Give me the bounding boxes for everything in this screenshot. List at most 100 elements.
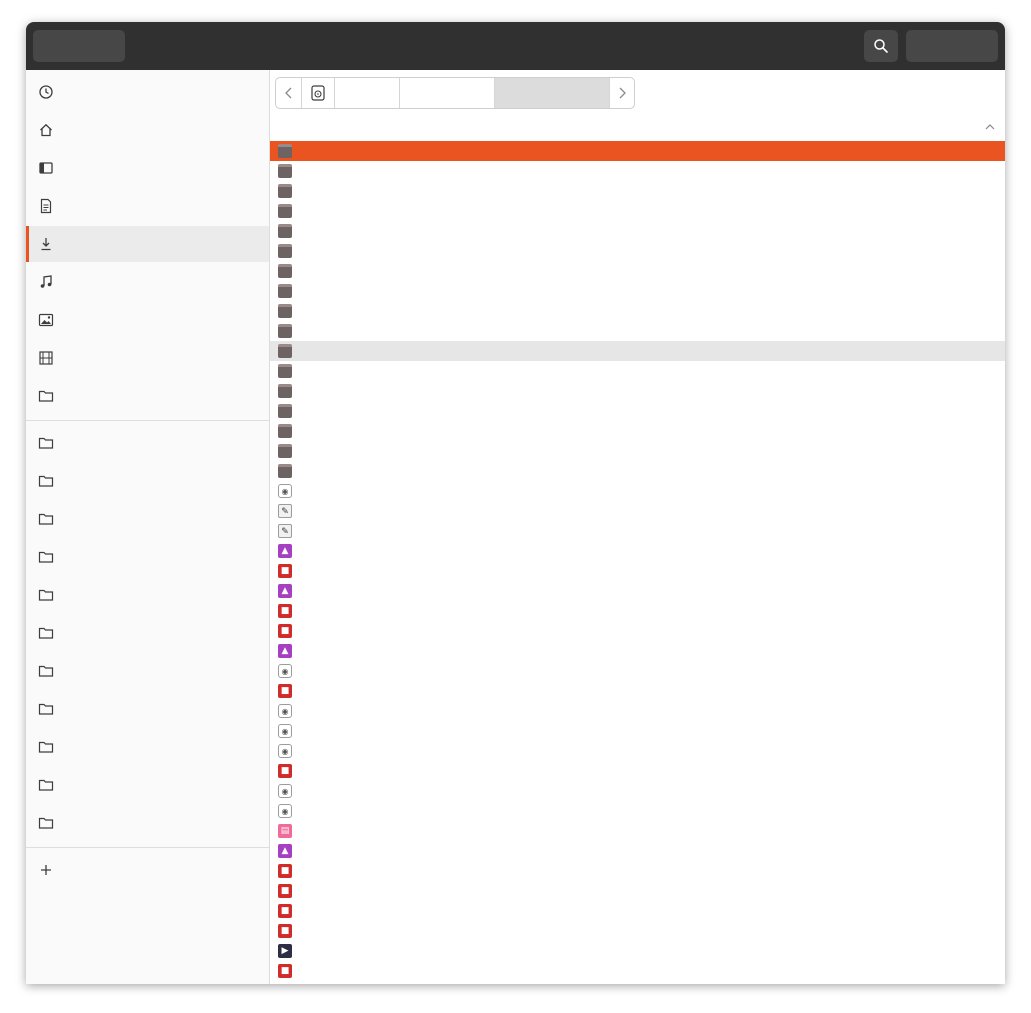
table-row[interactable]: ◉	[270, 481, 1005, 501]
table-row[interactable]: ■	[270, 921, 1005, 941]
sort-ascending-icon[interactable]	[985, 123, 995, 130]
folder-file-icon	[278, 204, 292, 218]
sidebar-bookmark[interactable]	[26, 615, 269, 651]
table-row[interactable]: ◉	[270, 661, 1005, 681]
sidebar-bookmark[interactable]	[26, 767, 269, 803]
file-name	[301, 621, 779, 641]
table-row[interactable]: ▲	[270, 841, 1005, 861]
breadcrumb-item[interactable]	[335, 78, 400, 108]
sidebar-item-folder[interactable]	[26, 378, 269, 414]
search-button[interactable]	[864, 30, 898, 62]
sidebar-bookmark[interactable]	[26, 463, 269, 499]
table-row[interactable]	[270, 461, 1005, 481]
table-row[interactable]: ■	[270, 601, 1005, 621]
sidebar-bookmark[interactable]	[26, 805, 269, 841]
sidebar-item-pictures[interactable]	[26, 302, 269, 338]
header-menu-button[interactable]	[906, 30, 998, 62]
table-row[interactable]: ◉	[270, 781, 1005, 801]
table-row[interactable]: ▲	[270, 541, 1005, 561]
table-row[interactable]	[270, 401, 1005, 421]
table-row[interactable]	[270, 381, 1005, 401]
file-modified	[887, 601, 1005, 621]
folder-file-icon	[278, 344, 292, 358]
table-row[interactable]	[270, 221, 1005, 241]
table-row[interactable]: ◉	[270, 801, 1005, 821]
sidebar-item-recent[interactable]	[26, 74, 269, 110]
table-row[interactable]	[270, 141, 1005, 161]
table-row[interactable]: ✎	[270, 501, 1005, 521]
sidebar-item-music[interactable]	[26, 264, 269, 300]
file-name	[301, 861, 779, 881]
file-modified	[887, 481, 1005, 501]
table-row[interactable]: ■	[270, 561, 1005, 581]
audio-file-icon: ◉	[278, 664, 292, 678]
table-row[interactable]: ■	[270, 901, 1005, 921]
header-left-button[interactable]	[33, 30, 125, 62]
table-row[interactable]: ▲	[270, 581, 1005, 601]
file-name	[301, 361, 779, 381]
back-arrow-button[interactable]	[276, 78, 302, 108]
plus-icon	[38, 862, 54, 878]
sidebar-bookmark[interactable]	[26, 653, 269, 689]
breadcrumb-current[interactable]	[495, 78, 610, 108]
file-name	[301, 541, 779, 561]
table-row[interactable]	[270, 241, 1005, 261]
file-size	[781, 721, 881, 741]
table-row[interactable]: ■	[270, 861, 1005, 881]
audio-file-icon: ◉	[278, 804, 292, 818]
table-row[interactable]: ▶	[270, 941, 1005, 961]
table-row[interactable]	[270, 321, 1005, 341]
sidebar-bookmark[interactable]	[26, 577, 269, 613]
table-row[interactable]: ✎	[270, 521, 1005, 541]
table-row[interactable]	[270, 441, 1005, 461]
table-row[interactable]: ■	[270, 681, 1005, 701]
sidebar-item-other-locations[interactable]	[26, 852, 269, 888]
image-file-icon: ▲	[278, 844, 292, 858]
file-size	[781, 821, 881, 841]
table-row[interactable]: ◉	[270, 741, 1005, 761]
sidebar-item-desktop[interactable]	[26, 150, 269, 186]
sidebar-item-documents[interactable]	[26, 188, 269, 224]
video-file-icon: ▶	[278, 944, 292, 958]
chevron-right-icon	[619, 87, 626, 99]
forward-arrow-button[interactable]	[610, 78, 634, 108]
file-modified	[887, 441, 1005, 461]
table-row[interactable]: ▲	[270, 641, 1005, 661]
table-row[interactable]	[270, 341, 1005, 361]
file-size	[781, 321, 881, 341]
file-name	[301, 181, 779, 201]
sidebar-bookmark[interactable]	[26, 501, 269, 537]
table-row[interactable]	[270, 421, 1005, 441]
file-modified	[887, 761, 1005, 781]
table-row[interactable]: ■	[270, 761, 1005, 781]
table-row[interactable]: ■	[270, 881, 1005, 901]
table-row[interactable]	[270, 281, 1005, 301]
table-row[interactable]: ▤	[270, 821, 1005, 841]
pdf-file-icon: ■	[278, 564, 292, 578]
sidebar-item-videos[interactable]	[26, 340, 269, 376]
sidebar-bookmark[interactable]	[26, 539, 269, 575]
table-row[interactable]: ■	[270, 961, 1005, 981]
table-row[interactable]	[270, 181, 1005, 201]
file-modified	[887, 261, 1005, 281]
sidebar-bookmark[interactable]	[26, 691, 269, 727]
folder-file-icon	[278, 404, 292, 418]
table-row[interactable]	[270, 261, 1005, 281]
sidebar-bookmark[interactable]	[26, 425, 269, 461]
table-row[interactable]: ◉	[270, 721, 1005, 741]
vector-file-icon: ✎	[278, 524, 292, 538]
table-row[interactable]	[270, 301, 1005, 321]
table-row[interactable]	[270, 361, 1005, 381]
table-row[interactable]	[270, 161, 1005, 181]
drive-crumb[interactable]	[302, 78, 335, 108]
file-modified	[887, 821, 1005, 841]
table-row[interactable]: ■	[270, 621, 1005, 641]
sidebar-item-downloads[interactable]	[26, 226, 269, 262]
breadcrumb-item[interactable]	[400, 78, 495, 108]
table-row[interactable]	[270, 201, 1005, 221]
file-name	[301, 941, 779, 961]
table-row[interactable]: ◉	[270, 701, 1005, 721]
folder-icon	[38, 815, 54, 831]
sidebar-bookmark[interactable]	[26, 729, 269, 765]
sidebar-item-home[interactable]	[26, 112, 269, 148]
